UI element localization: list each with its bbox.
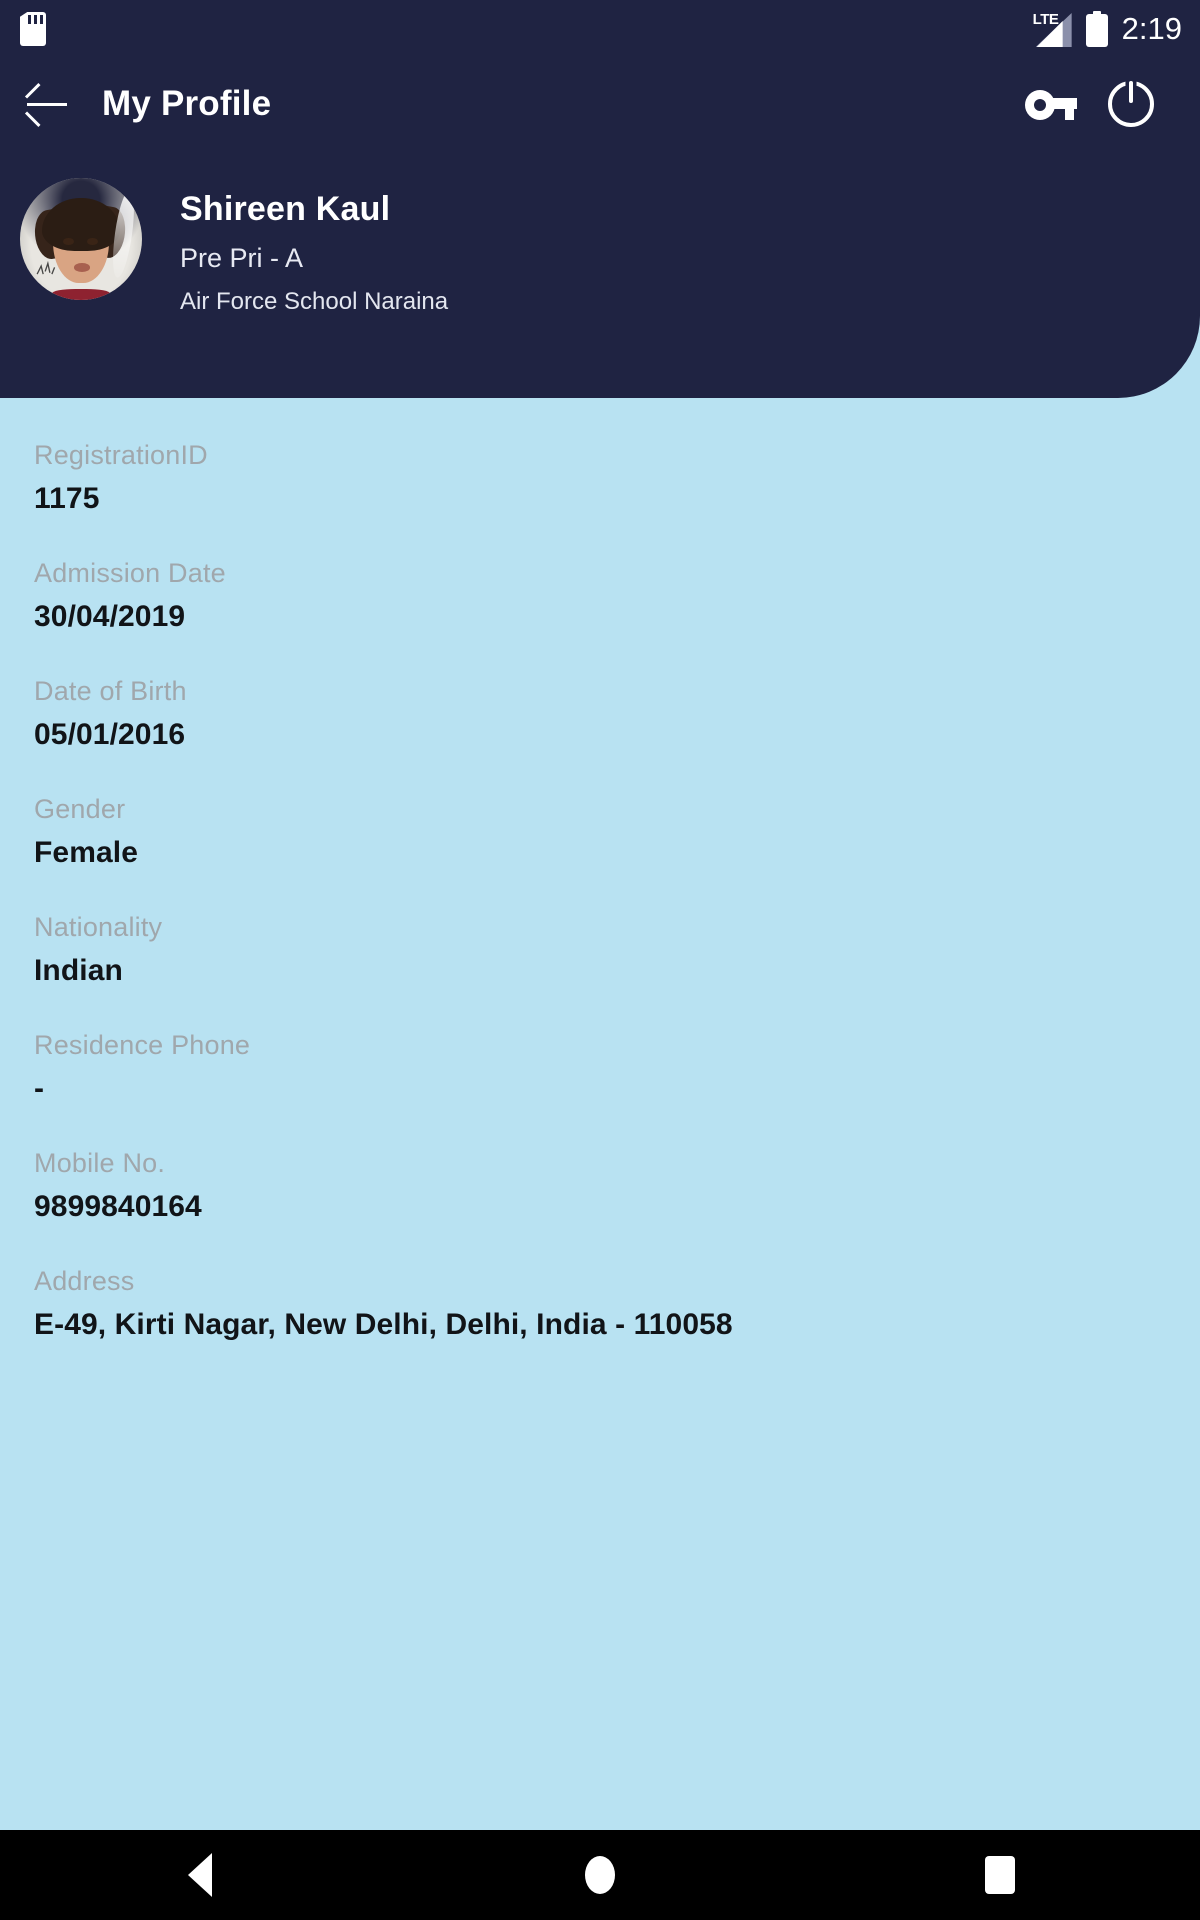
profile-field: Gender Female (34, 794, 1166, 870)
page-title: My Profile (102, 84, 272, 123)
status-bar-clock: 2:19 (1121, 11, 1182, 46)
key-icon (1025, 88, 1077, 120)
battery-full-icon (1085, 11, 1108, 47)
header-panel: My Profile Shireen Kaul Pre Pri - A Air … (0, 58, 1200, 398)
status-bar-left (20, 12, 46, 46)
nav-recents-button[interactable] (920, 1830, 1080, 1920)
profile-field-label: Mobile No. (34, 1148, 166, 1178)
change-password-button[interactable] (1022, 75, 1080, 133)
back-button[interactable] (0, 58, 94, 150)
profile-field-value: 9899840164 (34, 1190, 202, 1223)
nav-home-button[interactable] (520, 1830, 680, 1920)
profile-field: Date of Birth 05/01/2016 (34, 676, 1166, 752)
profile-screen: LTE 2:19 My Profile Shireen Kaul Pre Pri… (0, 0, 1200, 1920)
student-school: Air Force School Naraina (180, 288, 449, 315)
signal-bars-icon: LTE (1033, 11, 1072, 47)
profile-details-list: RegistrationID 1175 Admission Date 30/04/20… (0, 440, 1200, 1384)
profile-field-value: Indian (34, 954, 123, 987)
student-class: Pre Pri - A (180, 243, 304, 273)
profile-field: Mobile No. 9899840164 (34, 1148, 1166, 1224)
profile-field-label: Nationality (34, 912, 163, 942)
power-icon (1108, 81, 1154, 127)
profile-field-value: 05/01/2016 (34, 718, 186, 751)
nav-back-icon (188, 1853, 212, 1897)
profile-field: Nationality Indian (34, 912, 1166, 988)
status-bar-right: LTE 2:19 (1033, 11, 1182, 47)
profile-field-label: Gender (34, 794, 126, 824)
profile-field-value: 1175 (34, 482, 100, 515)
nav-home-icon (585, 1856, 615, 1894)
profile-field: RegistrationID 1175 (34, 440, 1166, 516)
profile-field: Residence Phone - (34, 1030, 1166, 1106)
app-bar: My Profile (0, 58, 1200, 150)
avatar[interactable] (20, 178, 142, 300)
profile-field: Admission Date 30/04/2019 (34, 558, 1166, 634)
nav-back-button[interactable] (120, 1830, 280, 1920)
profile-field-value: - (34, 1072, 45, 1105)
profile-field-label: RegistrationID (34, 440, 208, 470)
profile-field-label: Date of Birth (34, 676, 187, 706)
profile-summary: Shireen Kaul Pre Pri - A Air Force Schoo… (20, 178, 448, 316)
profile-field-value: E-49, Kirti Nagar, New Delhi, Delhi, Ind… (34, 1308, 733, 1341)
android-nav-bar (0, 1830, 1200, 1920)
back-arrow-icon (24, 83, 68, 127)
student-name: Shireen Kaul (180, 190, 391, 228)
profile-field-label: Residence Phone (34, 1030, 251, 1060)
nav-recents-icon (985, 1856, 1015, 1894)
profile-field-label: Address (34, 1266, 135, 1296)
profile-field-label: Admission Date (34, 558, 226, 588)
profile-field-value: Female (34, 836, 138, 869)
profile-field: Address E-49, Kirti Nagar, New Delhi, Del… (34, 1266, 1166, 1342)
avatar-scribble (36, 260, 56, 275)
profile-text: Shireen Kaul Pre Pri - A Air Force Schoo… (180, 178, 448, 316)
sd-card-icon (20, 12, 46, 46)
status-bar: LTE 2:19 (0, 0, 1200, 58)
profile-field-value: 30/04/2019 (34, 600, 186, 633)
logout-button[interactable] (1102, 75, 1160, 133)
app-bar-actions (1022, 75, 1200, 133)
